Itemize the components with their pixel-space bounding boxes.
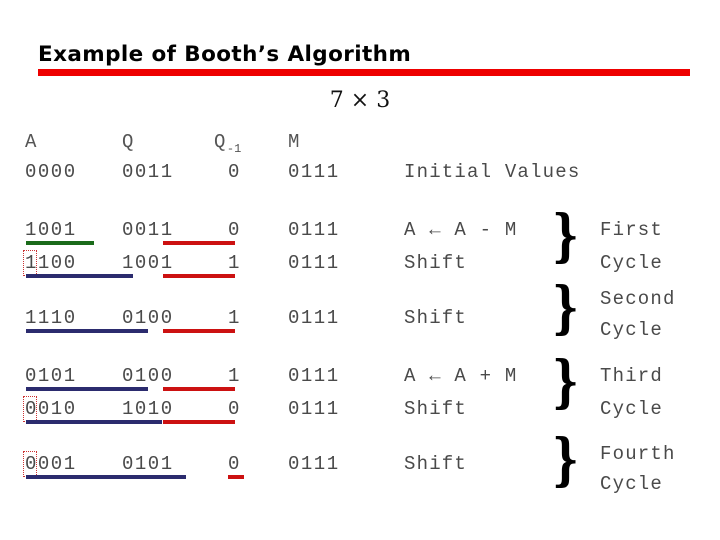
row-6-sign-bit-highlight-box — [23, 451, 37, 477]
row-1-q-q1-red-rule — [163, 241, 235, 245]
row-5-sign-bit-highlight-box — [23, 396, 37, 422]
column-header-q-minus-1-subscript: -1 — [226, 141, 242, 156]
row-0-q: 0011 — [122, 161, 174, 183]
row-4-a: 0101 — [25, 365, 77, 387]
row-3-operation: Shift — [404, 307, 468, 329]
row-5-q: 1010 — [122, 398, 174, 420]
row-2-operation: Shift — [404, 252, 468, 274]
cycle-label-fourth-suffix: Cycle — [600, 473, 664, 495]
row-4-a-navy-rule — [26, 387, 148, 391]
cycle-label-fourth-name: Fourth — [600, 443, 676, 465]
row-6-q-minus-1: 0 — [228, 453, 241, 475]
row-3-q-q1-red-rule — [163, 329, 235, 333]
cycle-label-first-suffix: Cycle — [600, 252, 664, 274]
row-5-q-q1-red-rule — [163, 420, 235, 424]
row-2-m: 0111 — [288, 252, 340, 274]
row-3-q: 0100 — [122, 307, 174, 329]
cycle-label-second-suffix: Cycle — [600, 319, 664, 341]
row-6-operation: Shift — [404, 453, 468, 475]
brace-icon-second-cycle: } — [552, 275, 580, 341]
row-4-q: 0100 — [122, 365, 174, 387]
row-1-q-minus-1: 0 — [228, 219, 241, 241]
row-2-q-minus-1: 1 — [228, 252, 241, 274]
row-2-q: 1001 — [122, 252, 174, 274]
row-5-a-navy-rule — [26, 420, 162, 424]
brace-icon-fourth-cycle: } — [552, 427, 580, 493]
row-4-operation: A ← A + M — [404, 365, 518, 387]
row-3-m: 0111 — [288, 307, 340, 329]
row-5-operation: Shift — [404, 398, 468, 420]
row-3-a: 1110 — [25, 307, 77, 329]
row-6-q: 0101 — [122, 453, 174, 475]
cycle-label-first-name: First — [600, 219, 664, 241]
row-4-q-q1-red-rule — [163, 387, 235, 391]
row-0-a: 0000 — [25, 161, 77, 183]
row-2-sign-bit-highlight-box — [23, 250, 37, 276]
row-5-q-minus-1: 0 — [228, 398, 241, 420]
column-header-q-minus-1: Q-1 — [214, 131, 241, 156]
row-6-m: 0111 — [288, 453, 340, 475]
row-1-operation: A ← A - M — [404, 219, 518, 241]
row-1-m: 0111 — [288, 219, 340, 241]
cycle-label-second-name: Second — [600, 288, 676, 310]
column-header-q-minus-1-base: Q — [214, 131, 227, 153]
column-header-m: M — [288, 131, 301, 153]
row-2-q-q1-red-rule — [163, 274, 235, 278]
row-5-m: 0111 — [288, 398, 340, 420]
cycle-label-third-name: Third — [600, 365, 664, 387]
row-3-q-minus-1: 1 — [228, 307, 241, 329]
row-2-a-navy-rule — [26, 274, 133, 278]
row-0-operation: Initial Values — [404, 161, 581, 183]
column-header-a: A — [25, 131, 38, 153]
row-4-m: 0111 — [288, 365, 340, 387]
row-1-a-green-rule — [26, 241, 94, 245]
row-0-q-minus-1: 0 — [228, 161, 241, 183]
row-6-q1-red-rule — [228, 475, 244, 479]
row-1-q: 0011 — [122, 219, 174, 241]
column-header-q: Q — [122, 131, 135, 153]
row-6-a-navy-rule — [26, 475, 186, 479]
row-1-a: 1001 — [25, 219, 77, 241]
row-0-m: 0111 — [288, 161, 340, 183]
cycle-label-third-suffix: Cycle — [600, 398, 664, 420]
row-4-q-minus-1: 1 — [228, 365, 241, 387]
booth-algorithm-table: A Q Q-1 M 0000 0011 0 0111 Initial Value… — [0, 0, 720, 540]
brace-icon-first-cycle: } — [552, 203, 580, 269]
brace-icon-third-cycle: } — [552, 349, 580, 415]
row-3-a-navy-rule — [26, 329, 148, 333]
